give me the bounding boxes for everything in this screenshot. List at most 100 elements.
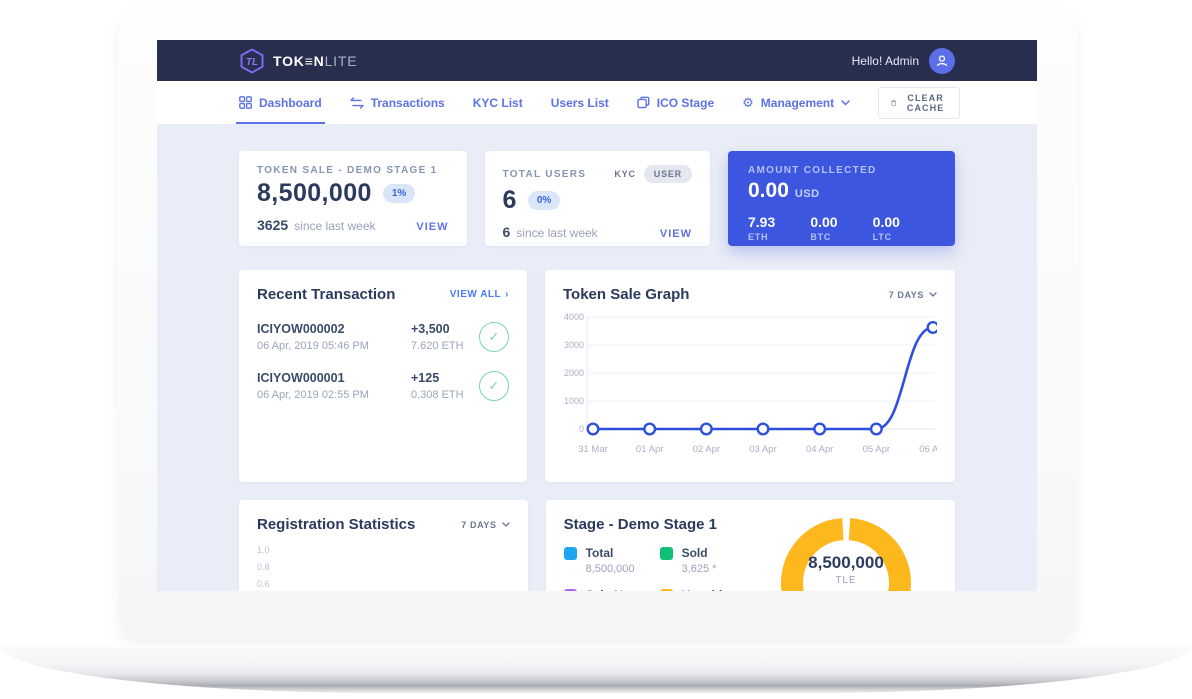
- tab-kyc-list[interactable]: KYC List: [473, 81, 523, 124]
- registration-statistics-title: Registration Statistics: [257, 516, 415, 533]
- tab-ico-stage[interactable]: ICO Stage: [637, 81, 714, 124]
- dashboard-content: TOKEN SALE - DEMO STAGE 1 8,500,000 1% 3…: [157, 124, 1037, 591]
- logo-text-light: LITE: [325, 53, 358, 69]
- tx-crypto: 7.620 ETH: [411, 340, 479, 352]
- page: TL TOK≡NLITE Hello! Admin: [0, 0, 1192, 699]
- recent-transactions-card: Recent Transaction VIEW ALL › ICIYOW0000…: [239, 270, 527, 482]
- tab-transactions[interactable]: Transactions: [350, 81, 445, 124]
- chevron-down-icon: [929, 292, 937, 297]
- logo-text: TOK≡NLITE: [273, 53, 357, 69]
- grid-icon: [239, 96, 252, 109]
- tab-management[interactable]: ⚙ Management: [742, 81, 850, 124]
- legend-item-total: Total 8,500,000: [564, 546, 660, 575]
- chevron-down-icon: [502, 522, 510, 527]
- legend-swatch-total: [564, 547, 577, 560]
- amount-collected-card: AMOUNT COLLECTED 0.00 USD 7.93 ETH 0.00 …: [728, 151, 955, 246]
- token-sale-delta: 3625: [257, 217, 288, 233]
- tab-label: ICO Stage: [657, 96, 714, 110]
- amount-usd-unit: USD: [795, 188, 820, 200]
- token-sale-card: TOKEN SALE - DEMO STAGE 1 8,500,000 1% 3…: [239, 151, 467, 246]
- svg-text:8,500,000: 8,500,000: [808, 553, 884, 572]
- amount-ltc-unit: LTC: [873, 232, 935, 242]
- legend-value: 8,500,000: [586, 563, 660, 575]
- total-users-value: 6: [503, 186, 517, 215]
- amount-btc: 0.00 BTC: [810, 214, 872, 242]
- tab-label: Management: [761, 96, 834, 110]
- tx-confirmed-check-icon: ✓: [479, 322, 509, 352]
- view-all-link[interactable]: VIEW ALL ›: [450, 289, 509, 300]
- legend-item-sold: Sold 3,625 *: [660, 546, 780, 575]
- svg-text:TLE: TLE: [835, 575, 856, 586]
- chevron-down-icon: [841, 100, 850, 106]
- tab-dashboard[interactable]: Dashboard: [239, 81, 322, 124]
- brand-logo[interactable]: TL TOK≡NLITE: [239, 48, 357, 74]
- registration-chart-axis: 1.0 0.8 0.6: [257, 545, 510, 591]
- amount-collected-label: AMOUNT COLLECTED: [748, 165, 935, 176]
- view-all-label: VIEW ALL: [450, 289, 501, 300]
- graph-range-dropdown[interactable]: 7 DAYS: [889, 290, 937, 300]
- svg-text:05 Apr: 05 Apr: [863, 444, 890, 455]
- token-sale-caption: since last week: [294, 219, 375, 233]
- clear-cache-button[interactable]: CLEAR CACHE: [878, 87, 960, 119]
- axis-tick: 0.6: [257, 579, 510, 591]
- legend-swatch-sale-pct: [564, 589, 577, 592]
- token-sale-line-chart: 0100020003000400031 Mar01 Apr02 Apr03 Ap…: [563, 307, 937, 480]
- total-users-caption: since last week: [516, 226, 597, 240]
- legend-label: Sale %: [586, 588, 625, 591]
- toggle-kyc-option[interactable]: KYC: [614, 169, 635, 179]
- registration-range-dropdown[interactable]: 7 DAYS: [461, 520, 509, 530]
- tab-label: KYC List: [473, 96, 523, 110]
- chevron-right-icon: ›: [505, 289, 509, 300]
- amount-usd-value: 0.00: [748, 179, 789, 203]
- registration-range-label: 7 DAYS: [461, 520, 496, 530]
- svg-text:31 Mar: 31 Mar: [578, 444, 608, 455]
- token-sale-view-link[interactable]: VIEW: [416, 221, 448, 233]
- amount-eth-unit: ETH: [748, 232, 810, 242]
- total-users-percent-badge: 0%: [528, 191, 560, 210]
- token-sale-percent-badge: 1%: [383, 184, 415, 203]
- swap-arrows-icon: [350, 97, 364, 109]
- greeting-text: Hello! Admin: [852, 54, 919, 68]
- stage-summary-card: Stage - Demo Stage 1 Total 8,500,000: [546, 500, 955, 591]
- tx-id: ICIYOW000002: [257, 322, 411, 336]
- transaction-row[interactable]: ICIYOW000002 06 Apr, 2019 05:46 PM +3,50…: [257, 322, 509, 352]
- svg-text:4000: 4000: [564, 312, 584, 322]
- tx-amount: +3,500: [411, 322, 479, 336]
- svg-text:01 Apr: 01 Apr: [636, 444, 663, 455]
- amount-btc-unit: BTC: [810, 232, 872, 242]
- total-users-view-link[interactable]: VIEW: [660, 228, 692, 240]
- tab-users-list[interactable]: Users List: [551, 81, 609, 124]
- svg-text:2000: 2000: [564, 368, 584, 378]
- stage-donut-chart: 8,500,000 TLE: [778, 516, 914, 591]
- axis-tick: 1.0: [257, 545, 510, 562]
- legend-label: Unsold: [682, 588, 723, 591]
- tx-confirmed-check-icon: ✓: [479, 371, 509, 401]
- tab-label: Users List: [551, 96, 609, 110]
- tx-crypto: 0.308 ETH: [411, 389, 479, 401]
- legend-item-sale-pct: Sale %: [564, 588, 660, 591]
- amount-eth-value: 7.93: [748, 214, 810, 230]
- tx-date: 06 Apr, 2019 05:46 PM: [257, 340, 411, 352]
- legend-swatch-unsold: [660, 589, 673, 592]
- dashboard-screen: TL TOK≡NLITE Hello! Admin: [157, 40, 1037, 591]
- transaction-row[interactable]: ICIYOW000001 06 Apr, 2019 02:55 PM +125 …: [257, 371, 509, 401]
- svg-text:04 Apr: 04 Apr: [806, 444, 833, 455]
- amount-ltc-value: 0.00: [873, 214, 935, 230]
- svg-text:3000: 3000: [564, 340, 584, 350]
- person-icon: [935, 54, 949, 68]
- token-sale-graph-card: Token Sale Graph 7 DAYS 0100020003000400…: [545, 270, 955, 482]
- svg-text:06 Apr: 06 Apr: [919, 444, 937, 455]
- kyc-user-toggle[interactable]: KYC USER: [614, 165, 692, 183]
- logo-text-bold: TOK≡N: [273, 53, 325, 69]
- svg-text:1000: 1000: [564, 396, 584, 406]
- user-avatar[interactable]: [929, 48, 955, 74]
- top-navbar: TL TOK≡NLITE Hello! Admin: [157, 40, 1037, 81]
- axis-tick: 0.8: [257, 562, 510, 579]
- legend-swatch-sold: [660, 547, 673, 560]
- total-users-delta: 6: [503, 224, 511, 240]
- toggle-user-option[interactable]: USER: [644, 165, 692, 183]
- tab-label: Dashboard: [259, 96, 322, 110]
- graph-range-label: 7 DAYS: [889, 290, 924, 300]
- amount-eth: 7.93 ETH: [748, 214, 810, 242]
- amount-ltc: 0.00 LTC: [873, 214, 935, 242]
